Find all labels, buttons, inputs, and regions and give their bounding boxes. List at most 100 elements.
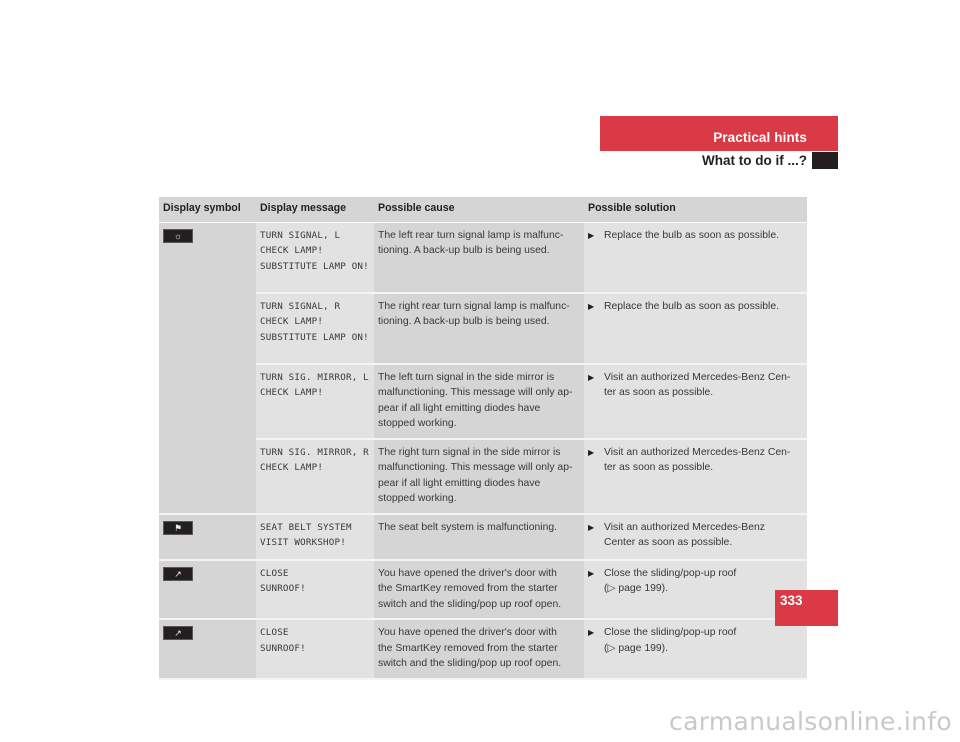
solution-line: Replace the bulb as soon as possible. [604, 229, 780, 241]
display-message-line: SUNROOF! [260, 642, 306, 654]
solution-cell: ▶ Replace the bulb as soon as possible. [584, 222, 807, 294]
display-message-line: CHECK LAMP! [260, 316, 324, 327]
cause-cell: The seat belt system is malfunctioning. [374, 513, 584, 561]
message-cell: TURN SIGNAL, L CHECK LAMP! SUBSTITUTE LA… [256, 222, 374, 294]
display-message-line: TURN SIGNAL, L [260, 229, 341, 241]
message-cell: TURN SIG. MIRROR, R CHECK LAMP! [256, 438, 374, 515]
solution-line: Visit an authorized Mercedes-Benz Cen- [604, 371, 791, 383]
symbol-cell: ⚑ [159, 513, 256, 561]
cause-line: the SmartKey removed from the starter [378, 642, 558, 654]
page-number-box: 333 [775, 590, 838, 626]
display-message-line: CLOSE [260, 567, 289, 579]
display-message-line: TURN SIG. MIRROR, R [260, 446, 369, 458]
solution-cell: ▶ Close the sliding/pop-up roof (▷ page … [584, 559, 807, 620]
message-cell: TURN SIGNAL, R CHECK LAMP! SUBSTITUTE LA… [256, 292, 374, 365]
cause-line: tioning. A back-up bulb is being used. [378, 316, 550, 327]
section-subtitle: What to do if ...? [702, 153, 807, 168]
bullet-arrow-icon: ▶ [588, 301, 595, 311]
display-message-line: CLOSE [260, 627, 289, 638]
solution-cell: ▶ Close the sliding/pop-up roof (▷ page … [584, 619, 807, 680]
display-message-line: SUBSTITUTE LAMP ON! [260, 331, 369, 343]
display-message-line: SUBSTITUTE LAMP ON! [260, 260, 369, 272]
page-reference-link[interactable]: (▷ page 199). [604, 581, 803, 597]
cause-cell: The left turn signal in the side mirror … [374, 363, 584, 440]
cause-line: You have opened the driver's door with [378, 627, 557, 638]
page-reference-link[interactable]: (▷ page 199). [604, 641, 803, 657]
bullet-arrow-icon: ▶ [588, 628, 595, 637]
display-message-line: VISIT WORKSHOP! [260, 537, 346, 548]
solution-cell: ▶ Replace the bulb as soon as possible. [584, 292, 807, 365]
solution-line: Visit an authorized Mercedes-Benz Cen- [604, 446, 791, 458]
message-cell: CLOSE SUNROOF! [256, 559, 374, 620]
cause-line: tioning. A back-up bulb is being used. [378, 245, 550, 256]
symbol-cell: ☼ [159, 222, 256, 515]
bullet-arrow-icon: ▶ [588, 372, 595, 382]
solution-cell: ▶ Visit an authorized Mercedes-Benz Cen-… [584, 363, 807, 440]
solution-line: Visit an authorized Mercedes-Benz [604, 521, 765, 533]
popup-roof-open-icon: ↗ [163, 626, 193, 640]
cause-cell: You have opened the driver's door with t… [374, 559, 584, 620]
message-cell: CLOSE SUNROOF! [256, 619, 374, 680]
solution-cell: ▶ Visit an authorized Mercedes-Benz Cen-… [584, 438, 807, 515]
cause-line: stopped working. [378, 418, 457, 429]
solution-line: Center as soon as possible. [604, 537, 733, 548]
solution-cell: ▶ Visit an authorized Mercedes-Benz Cent… [584, 513, 807, 561]
table-header-row: Display symbol Display message Possible … [159, 197, 807, 223]
sunroof-open-icon: ↗ [163, 566, 193, 581]
solution-line: Replace the bulb as soon as possible. [604, 300, 780, 312]
seat-belt-icon: ⚑ [163, 520, 193, 535]
cause-line: The left turn signal in the side mirror … [378, 371, 555, 383]
table-row: TURN SIG. MIRROR, R CHECK LAMP! The righ… [159, 438, 807, 515]
table-row: ↗ CLOSE SUNROOF! You have opened the dri… [159, 559, 807, 620]
display-message-line: CHECK LAMP! [260, 387, 324, 398]
display-message-line: TURN SIGNAL, R [260, 300, 341, 312]
cause-line: switch and the sliding/pop up roof open. [378, 598, 562, 610]
solution-line: ter as soon as possible. [604, 462, 714, 473]
symbol-cell: ↗ [159, 559, 256, 620]
column-header-display-message: Display message [256, 197, 374, 223]
display-message-line: CHECK LAMP! [260, 245, 324, 256]
table-row: ☼ TURN SIGNAL, L CHECK LAMP! SUBSTITUTE … [159, 222, 807, 515]
bullet-arrow-icon: ▶ [588, 230, 595, 240]
column-header-possible-cause: Possible cause [374, 197, 584, 223]
cause-cell: You have opened the driver's door with t… [374, 619, 584, 680]
display-message-line: TURN SIG. MIRROR, L [260, 371, 369, 383]
cause-cell: The left rear turn signal lamp is malfun… [374, 222, 584, 294]
display-message-line: SEAT BELT SYSTEM [260, 521, 352, 533]
display-messages-table: Display symbol Display message Possible … [159, 197, 807, 680]
cause-line: malfunctioning. This message will only a… [378, 387, 573, 398]
cause-line: The right rear turn signal lamp is malfu… [378, 300, 570, 312]
watermark-text: carmanualsonline.info [669, 707, 952, 736]
cause-line: pear if all light emitting diodes have [378, 402, 541, 414]
table-row: ⚑ SEAT BELT SYSTEM VISIT WORKSHOP! The s… [159, 513, 807, 561]
cause-line: The seat belt system is malfunctioning. [378, 521, 558, 533]
solution-line: Close the sliding/pop-up roof [604, 627, 737, 638]
display-message-line: SUNROOF! [260, 583, 306, 594]
bullet-arrow-icon: ▶ [588, 522, 595, 532]
cause-cell: The right turn signal in the side mirror… [374, 438, 584, 515]
cause-line: pear if all light emitting diodes have [378, 477, 541, 489]
solution-line: Close the sliding/pop-up roof [604, 567, 737, 579]
bullet-arrow-icon: ▶ [588, 447, 595, 457]
section-header-bar: Practical hints [600, 116, 838, 151]
cause-line: malfunctioning. This message will only a… [378, 462, 573, 473]
display-message-line: CHECK LAMP! [260, 462, 324, 473]
table-row: ↗ CLOSE SUNROOF! You have opened the dri… [159, 619, 807, 680]
cause-line: the SmartKey removed from the starter [378, 583, 558, 594]
cause-line: You have opened the driver's door with [378, 567, 557, 579]
column-header-possible-solution: Possible solution [584, 197, 807, 223]
cause-line: stopped working. [378, 493, 457, 504]
section-title: Practical hints [713, 130, 807, 145]
cause-line: The left rear turn signal lamp is malfun… [378, 229, 564, 241]
table-row: TURN SIGNAL, R CHECK LAMP! SUBSTITUTE LA… [159, 292, 807, 365]
solution-line: ter as soon as possible. [604, 387, 714, 398]
page-number: 333 [780, 593, 803, 608]
column-header-display-symbol: Display symbol [159, 197, 256, 223]
turn-signal-lamp-icon: ☼ [163, 228, 193, 243]
section-marker-block [812, 152, 838, 169]
cause-cell: The right rear turn signal lamp is malfu… [374, 292, 584, 365]
message-cell: SEAT BELT SYSTEM VISIT WORKSHOP! [256, 513, 374, 561]
table-row: TURN SIG. MIRROR, L CHECK LAMP! The left… [159, 363, 807, 440]
cause-line: The right turn signal in the side mirror… [378, 446, 561, 458]
message-cell: TURN SIG. MIRROR, L CHECK LAMP! [256, 363, 374, 440]
